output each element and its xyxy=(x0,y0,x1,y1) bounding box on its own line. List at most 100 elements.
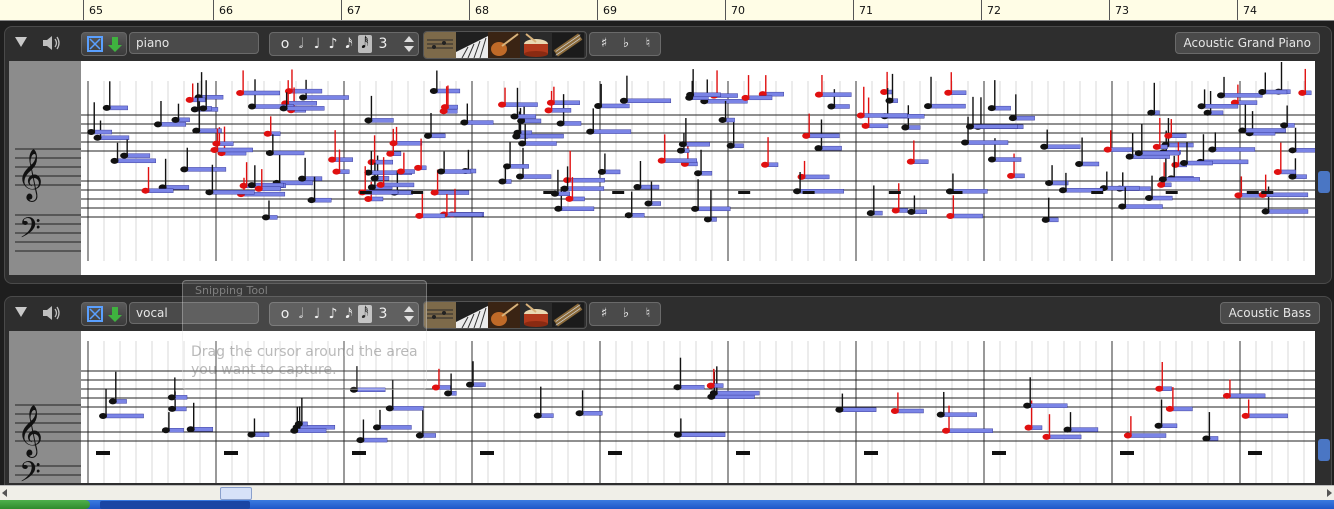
score-canvas[interactable] xyxy=(81,61,1315,275)
measure-label[interactable]: 73 xyxy=(1109,0,1243,20)
quarter-note-button[interactable]: ♩ xyxy=(310,35,324,53)
note-duration-bar xyxy=(360,437,388,443)
rest-mark xyxy=(738,191,751,194)
measure-label[interactable]: 66 xyxy=(213,0,347,20)
note-duration-bar xyxy=(102,413,144,419)
natural-button[interactable]: ♮ xyxy=(638,34,658,54)
rest-mark xyxy=(1120,451,1134,455)
guitar-icon[interactable] xyxy=(488,32,520,58)
rest-mark xyxy=(950,191,963,194)
duration-spinner[interactable] xyxy=(402,35,416,53)
rest-mark xyxy=(96,451,110,455)
scroll-thumb[interactable] xyxy=(220,487,252,500)
note-duration-bar xyxy=(1212,147,1256,152)
scroll-left-arrow-icon[interactable] xyxy=(2,489,7,497)
speaker-icon[interactable] xyxy=(41,304,63,322)
taskbar xyxy=(0,500,1334,509)
note-duration-bar xyxy=(964,140,1009,145)
scroll-thumb[interactable] xyxy=(1318,171,1330,193)
note-duration-bar xyxy=(393,141,423,146)
import-button[interactable] xyxy=(81,302,127,326)
note-duration-bar xyxy=(214,147,253,153)
rest-mark xyxy=(359,191,372,194)
thirtysecond-note-button[interactable]: 𝅘𝅥𝅰 xyxy=(358,35,372,53)
rest-mark xyxy=(736,451,750,455)
note-duration-bar xyxy=(1046,434,1082,440)
note-duration-bar xyxy=(294,428,327,433)
natural-button[interactable]: ♮ xyxy=(638,304,658,324)
scroll-right-arrow-icon[interactable] xyxy=(1327,489,1332,497)
rest-mark xyxy=(1091,191,1104,194)
rest-mark xyxy=(802,191,815,194)
sixteenth-note-button[interactable]: 𝅘𝅥𝅯 xyxy=(342,35,356,53)
note-duration-bar xyxy=(516,133,564,139)
vertical-scrollbar[interactable] xyxy=(1317,331,1331,483)
start-button[interactable] xyxy=(0,500,90,509)
drum-icon[interactable] xyxy=(520,302,552,328)
score-icon[interactable] xyxy=(424,302,456,328)
taskbar-item[interactable] xyxy=(100,501,250,509)
measure-label[interactable]: 67 xyxy=(341,0,475,20)
guitar-icon[interactable] xyxy=(488,302,520,328)
instrument-dropdown[interactable]: Acoustic Grand Piano xyxy=(1174,32,1320,54)
track-name-input[interactable]: piano xyxy=(129,32,259,54)
rest-mark xyxy=(224,451,238,455)
keyboard-icon[interactable] xyxy=(456,302,488,328)
note-duration-bar xyxy=(894,408,924,414)
guitar-neck-icon[interactable] xyxy=(552,32,584,58)
keyboard-icon[interactable] xyxy=(456,32,488,58)
vertical-scrollbar[interactable] xyxy=(1317,61,1331,275)
half-note-button[interactable]: 𝅗𝅥 xyxy=(294,35,308,53)
note-duration-bar xyxy=(1162,177,1200,182)
measure-label[interactable]: 71 xyxy=(853,0,987,20)
eighth-note-button[interactable]: ♪ xyxy=(326,35,340,53)
rest-mark xyxy=(1165,191,1178,194)
instrument-palette xyxy=(423,31,587,59)
instrument-dropdown[interactable]: Acoustic Bass xyxy=(1219,302,1320,324)
scroll-thumb[interactable] xyxy=(1318,439,1330,461)
sharp-button[interactable]: ♯ xyxy=(594,304,614,324)
capture-overlay-window: Snipping Tool Drag the cursor around the… xyxy=(182,280,427,390)
speaker-icon[interactable] xyxy=(41,34,63,52)
drum-icon[interactable] xyxy=(520,32,552,58)
sharp-button[interactable]: ♯ xyxy=(594,34,614,54)
collapse-triangle-icon[interactable] xyxy=(15,307,27,317)
whole-note-button[interactable]: o xyxy=(278,35,292,53)
measure-label[interactable]: 70 xyxy=(725,0,859,20)
note-duration-bar xyxy=(801,174,830,180)
rest-mark xyxy=(543,191,556,194)
note-duration-bar xyxy=(114,158,156,164)
note-duration-bar xyxy=(302,95,349,100)
flat-button[interactable]: ♭ xyxy=(616,304,636,324)
note-duration-bar xyxy=(564,186,605,191)
rest-mark xyxy=(1248,451,1262,455)
note-duration-bar xyxy=(940,412,977,417)
note-duration-bar xyxy=(1122,204,1163,209)
note-duration-bar xyxy=(711,394,755,399)
note-duration-bar xyxy=(682,142,710,147)
measure-label[interactable]: 72 xyxy=(981,0,1115,20)
horizontal-scrollbar[interactable] xyxy=(0,485,1334,500)
measure-label[interactable]: 65 xyxy=(83,0,219,20)
note-duration-bar xyxy=(501,102,538,107)
piano-staff[interactable] xyxy=(81,61,1315,275)
guitar-neck-icon[interactable] xyxy=(552,302,584,328)
measure-label[interactable]: 69 xyxy=(597,0,731,20)
collapse-triangle-icon[interactable] xyxy=(15,37,27,47)
triplet-button[interactable]: 3 xyxy=(376,35,390,53)
note-duration-bar xyxy=(283,106,325,111)
note-duration-bar xyxy=(1103,185,1140,191)
note-duration-bar xyxy=(597,103,630,109)
note-duration-bar xyxy=(521,141,557,146)
note-duration-bar xyxy=(1226,393,1266,399)
note-duration-bar xyxy=(839,407,877,412)
score-icon[interactable] xyxy=(424,32,456,58)
import-button[interactable] xyxy=(81,32,127,56)
note-duration-bar xyxy=(209,190,255,195)
measure-ruler[interactable]: 65 66 67 68 69 70 71 72 73 74 xyxy=(0,0,1334,21)
clef-panel: 𝄞 𝄢 xyxy=(9,331,81,496)
measure-label[interactable]: 74 xyxy=(1237,0,1334,20)
flat-button[interactable]: ♭ xyxy=(616,34,636,54)
track-toolbar: piano o 𝅗𝅥 ♩ ♪ 𝅘𝅥𝅯 𝅘𝅥𝅰 3 ♯ ♭ ♮ Acoustic … xyxy=(5,27,1331,61)
measure-label[interactable]: 68 xyxy=(469,0,603,20)
